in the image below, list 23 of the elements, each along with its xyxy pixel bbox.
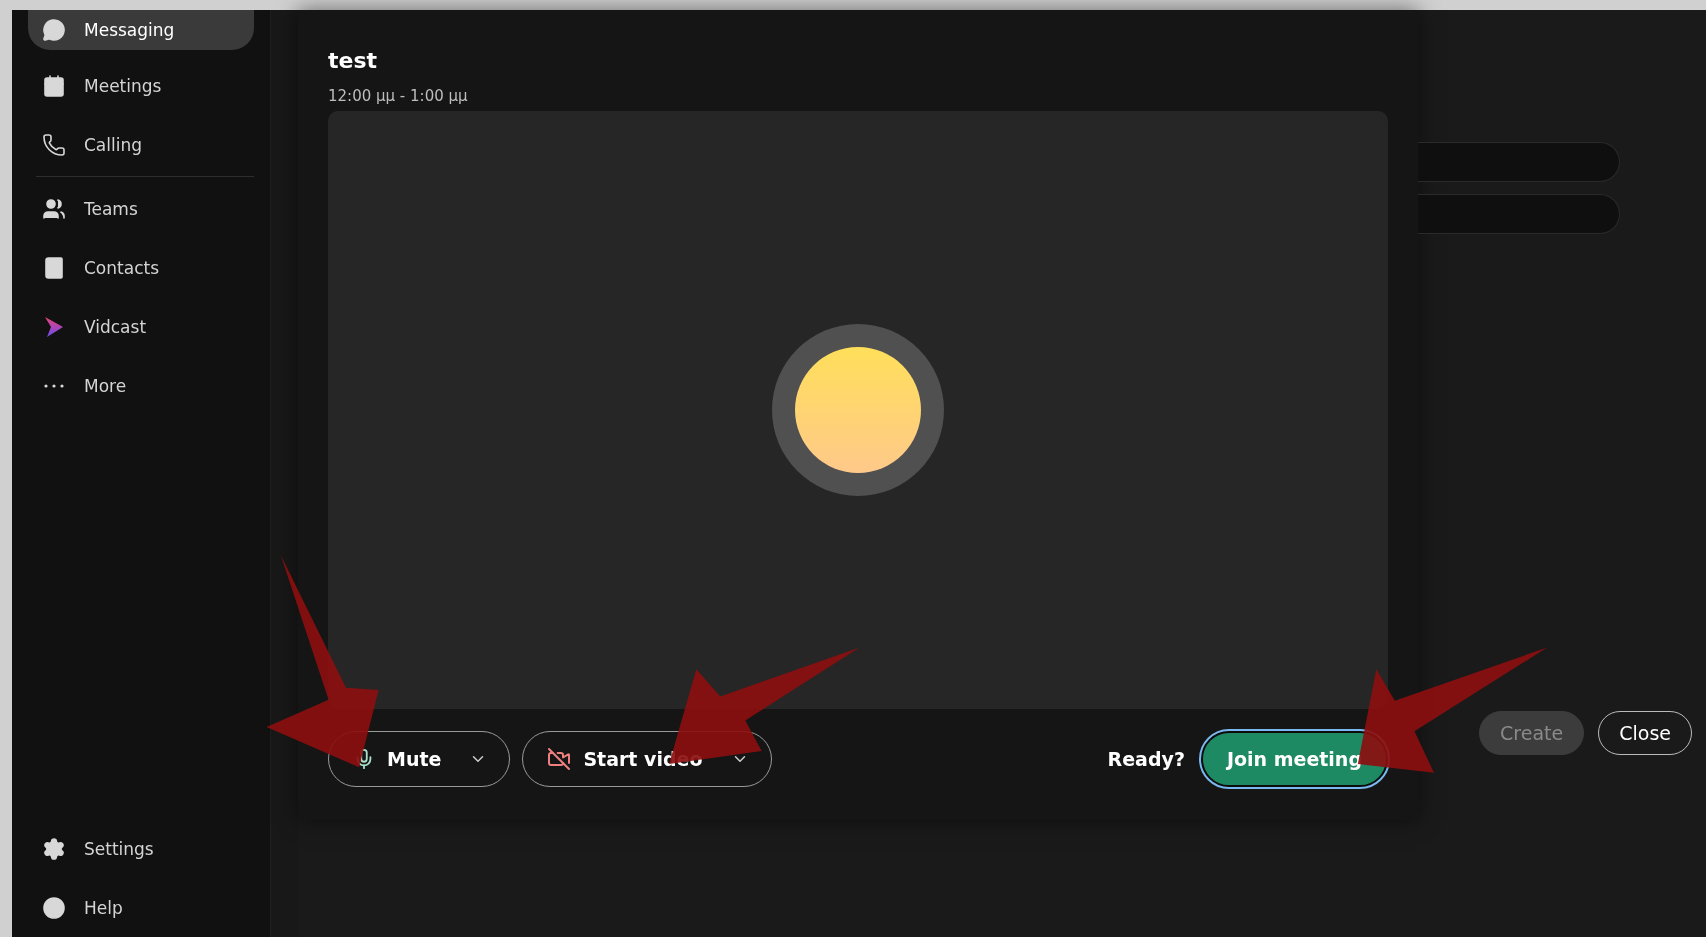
sidebar-item[interactable]: Calling bbox=[28, 115, 254, 174]
video-off-icon bbox=[547, 747, 572, 771]
avatar-icon bbox=[772, 324, 944, 496]
text-field[interactable] bbox=[1418, 142, 1620, 182]
sidebar-item[interactable]: Help bbox=[28, 878, 254, 937]
sidebar-item[interactable]: More bbox=[28, 356, 254, 415]
join-meeting-button[interactable]: Join meeting bbox=[1200, 731, 1388, 787]
sidebar-item[interactable]: Contacts bbox=[28, 238, 254, 297]
sidebar-item[interactable]: Meetings bbox=[28, 56, 254, 115]
settings-icon bbox=[42, 836, 66, 861]
sidebar-item[interactable]: Settings bbox=[28, 819, 254, 878]
people-icon bbox=[42, 196, 66, 221]
phone-icon bbox=[42, 132, 66, 157]
sidebar-item[interactable]: Messaging bbox=[28, 10, 254, 50]
sidebar-item[interactable]: Teams bbox=[28, 179, 254, 238]
more-icon bbox=[44, 383, 64, 388]
meeting-title: test bbox=[328, 48, 379, 73]
meeting-time: 12:00 μμ - 1:00 μμ bbox=[328, 87, 469, 105]
text-field[interactable] bbox=[1418, 194, 1620, 234]
sidebar-item[interactable]: Vidcast bbox=[28, 297, 254, 356]
ready-label: Ready? bbox=[1107, 748, 1185, 770]
calendar-icon bbox=[42, 73, 66, 98]
chat-icon bbox=[42, 18, 66, 42]
